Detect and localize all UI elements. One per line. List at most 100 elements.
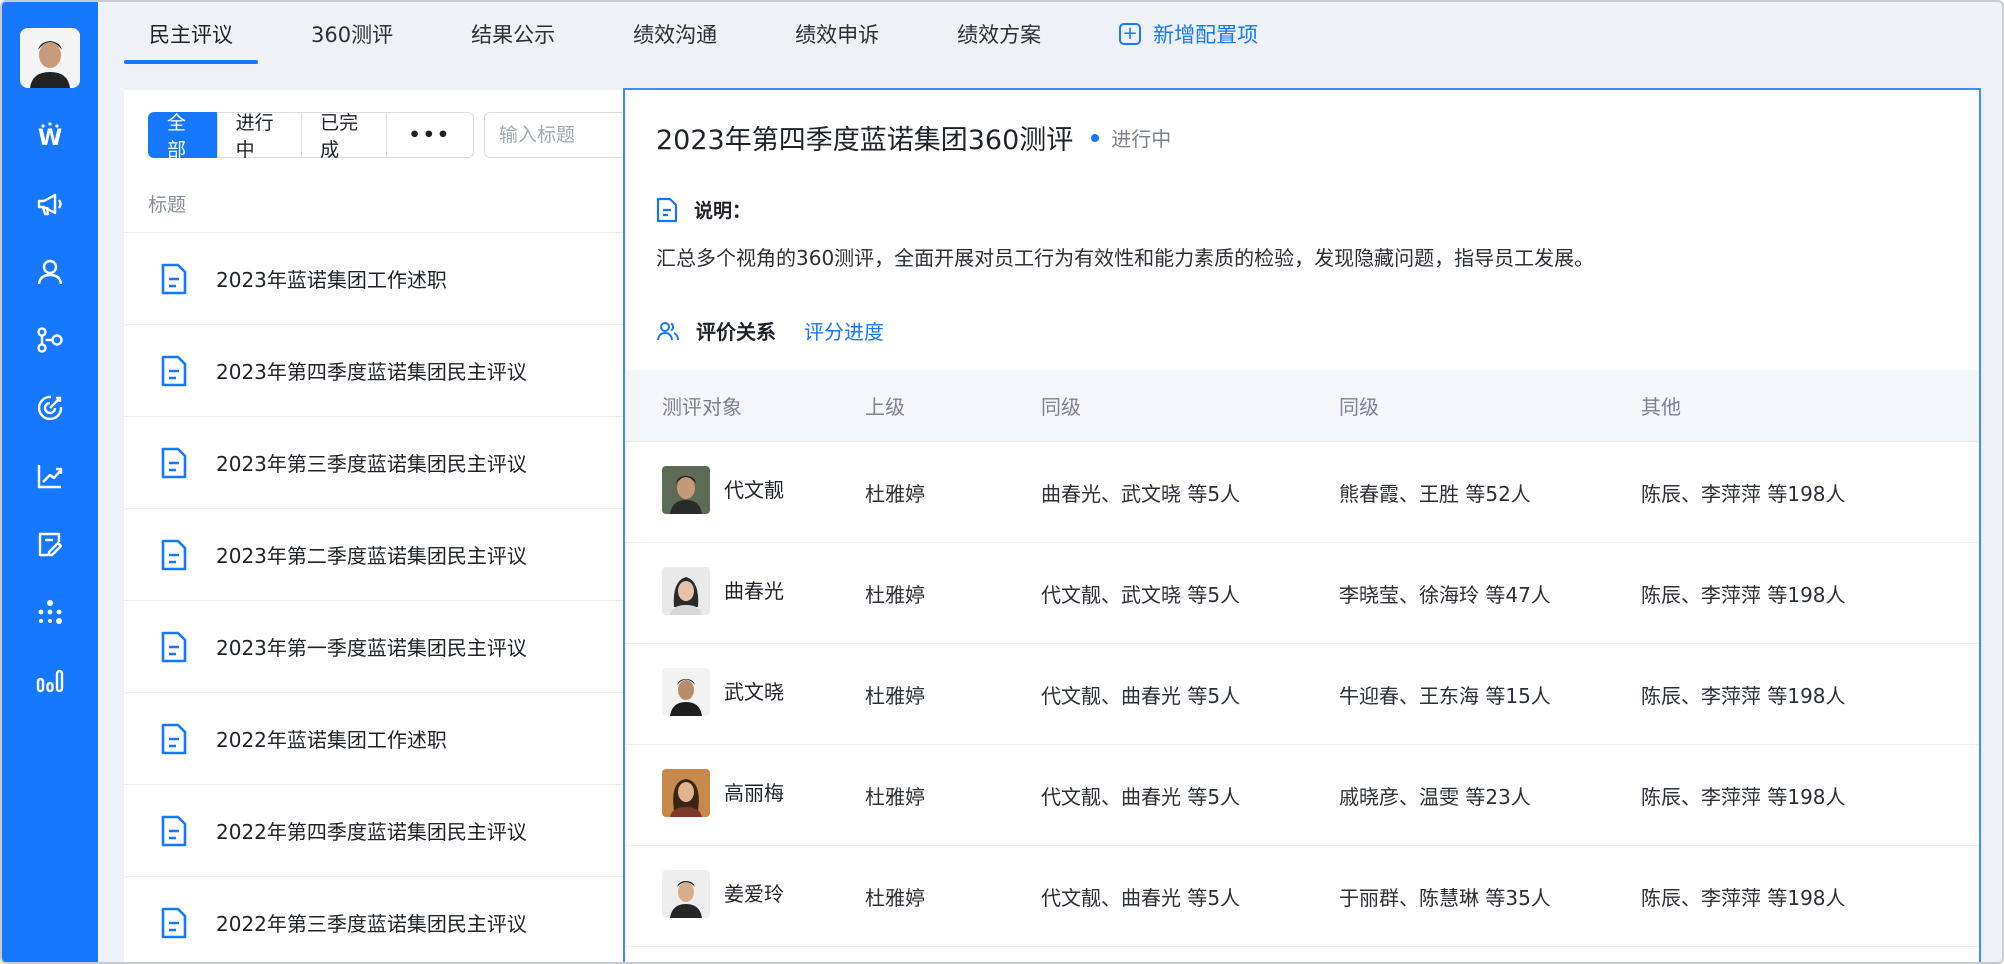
avatar xyxy=(662,466,710,514)
plus-icon: + xyxy=(1119,23,1142,45)
list-item[interactable]: 2022年蓝诺集团工作述职 xyxy=(124,693,624,785)
app-window: W 民主评议 360测评 结果公示 绩效沟通 绩效申诉 绩效方案 + 新增配置项… xyxy=(0,0,2004,964)
list-item[interactable]: 2023年第四季度蓝诺集团民主评议 xyxy=(124,325,624,417)
subject-name: 代文靓 xyxy=(724,477,784,502)
status-badge: 进行中 xyxy=(1091,123,1171,152)
superior-cell: 杜雅婷 xyxy=(865,481,925,506)
other-cell: 陈辰、李萍萍 等198人 xyxy=(1641,481,1846,506)
user-icon[interactable] xyxy=(28,250,72,294)
avatar xyxy=(662,668,710,716)
other-cell: 陈辰、李萍萍 等198人 xyxy=(1641,784,1846,809)
superior-cell: 杜雅婷 xyxy=(865,683,925,708)
document-icon xyxy=(656,197,678,222)
peer-cell-2: 李晓莹、徐海玲 等47人 xyxy=(1339,582,1551,607)
peer-cell-2: 熊春霞、王胜 等52人 xyxy=(1339,481,1531,506)
list-item-title: 2023年第四季度蓝诺集团民主评议 xyxy=(216,360,527,384)
header-other: 其他 xyxy=(1641,395,1681,419)
tab-evaluation-relation[interactable]: 评价关系 xyxy=(696,316,776,345)
superior-cell: 杜雅婷 xyxy=(865,784,925,809)
document-icon xyxy=(161,815,187,846)
trend-chart-icon[interactable] xyxy=(28,454,72,498)
table-row[interactable]: 高丽梅 杜雅婷 代文靓、曲春光 等5人 戚晓彦、温雯 等23人 陈辰、李萍萍 等… xyxy=(625,745,1979,846)
status-text: 进行中 xyxy=(1111,127,1172,151)
list-item[interactable]: 2023年第一季度蓝诺集团民主评议 xyxy=(124,601,624,693)
peer-cell: 代文靓、曲春光 等5人 xyxy=(1041,885,1241,910)
dots-network-icon[interactable] xyxy=(28,590,72,634)
peer-cell-2: 戚晓彦、温雯 等23人 xyxy=(1339,784,1531,809)
more-filter-button[interactable]: ••• xyxy=(385,112,474,158)
peer-cell-2: 牛迎春、王东海 等15人 xyxy=(1339,683,1551,708)
list-item-title: 2023年第一季度蓝诺集团民主评议 xyxy=(216,636,527,660)
table-row[interactable]: 代文靓 杜雅婷 曲春光、武文晓 等5人 熊春霞、王胜 等52人 陈辰、李萍萍 等… xyxy=(625,442,1979,543)
list-item[interactable]: 2023年蓝诺集团工作述职 xyxy=(124,233,624,325)
side-rail: W xyxy=(2,2,98,962)
wordmark-icon[interactable]: W xyxy=(28,114,72,158)
tab-plan[interactable]: 绩效方案 xyxy=(932,2,1066,66)
target-icon[interactable] xyxy=(28,386,72,430)
users-icon xyxy=(657,321,679,340)
peer-cell: 代文靓、武文晓 等5人 xyxy=(1041,582,1241,607)
avatar xyxy=(662,870,710,918)
subject-name: 曲春光 xyxy=(724,578,784,603)
detail-title-row: 2023年第四季度蓝诺集团360测评 进行中 xyxy=(656,118,1171,157)
avatar xyxy=(662,769,710,817)
document-icon xyxy=(161,539,187,570)
header-peer: 同级 xyxy=(1041,395,1081,419)
list-panel: 全部 进行中 已完成 ••• 标题 2023年蓝诺集团工作述职 2023年第四季… xyxy=(124,90,624,962)
peer-cell-2: 于丽群、陈慧琳 等35人 xyxy=(1339,885,1551,910)
user-avatar[interactable] xyxy=(20,28,80,88)
list-item-title: 2022年第三季度蓝诺集团民主评议 xyxy=(216,912,527,936)
title-column-header: 标题 xyxy=(148,194,187,216)
tab-democratic-review[interactable]: 民主评议 xyxy=(124,2,258,66)
list-item[interactable]: 2023年第三季度蓝诺集团民主评议 xyxy=(124,417,624,509)
tab-score-progress[interactable]: 评分进度 xyxy=(804,316,884,345)
document-icon xyxy=(161,631,187,662)
list-item[interactable]: 2022年第四季度蓝诺集团民主评议 xyxy=(124,785,624,877)
table-row[interactable]: 姜爱玲 杜雅婷 代文靓、曲春光 等5人 于丽群、陈慧琳 等35人 陈辰、李萍萍 … xyxy=(625,846,1979,947)
table-row[interactable]: 曲春光 杜雅婷 代文靓、武文晓 等5人 李晓莹、徐海玲 等47人 陈辰、李萍萍 … xyxy=(625,543,1979,644)
peer-cell: 代文靓、曲春光 等5人 xyxy=(1041,683,1241,708)
document-icon xyxy=(161,263,187,294)
table-header: 测评对象 上级 同级 同级 其他 xyxy=(625,370,1979,442)
list-item[interactable]: 2023年第二季度蓝诺集团民主评议 xyxy=(124,509,624,601)
add-config-button[interactable]: + 新增配置项 xyxy=(1094,2,1283,66)
filter-in-progress[interactable]: 进行中 xyxy=(216,112,303,161)
table-row[interactable]: 武文晓 杜雅婷 代文靓、曲春光 等5人 牛迎春、王东海 等15人 陈辰、李萍萍 … xyxy=(625,644,1979,745)
subject-name: 武文晓 xyxy=(724,679,784,704)
detail-panel: 2023年第四季度蓝诺集团360测评 进行中 说明： 汇总多个视角的360测评，… xyxy=(623,88,1981,962)
filter-all[interactable]: 全部 xyxy=(148,112,218,161)
subject-name: 姜爱玲 xyxy=(724,881,784,906)
description-label: 说明： xyxy=(694,200,752,222)
tab-results[interactable]: 结果公示 xyxy=(446,2,580,66)
list-item-title: 2023年蓝诺集团工作述职 xyxy=(216,268,447,292)
avatar xyxy=(662,567,710,615)
tab-360-review[interactable]: 360测评 xyxy=(286,2,418,66)
title-search-input[interactable] xyxy=(483,112,624,158)
doc-edit-icon[interactable] xyxy=(28,522,72,566)
status-filter: 全部 进行中 已完成 ••• xyxy=(148,112,624,161)
peer-cell: 曲春光、武文晓 等5人 xyxy=(1041,481,1241,506)
status-dot-icon xyxy=(1091,133,1100,142)
description-label-row: 说明： xyxy=(656,196,751,223)
svg-text:W: W xyxy=(38,126,62,151)
top-tabs: 民主评议 360测评 结果公示 绩效沟通 绩效申诉 绩效方案 + 新增配置项 xyxy=(124,2,1311,66)
superior-cell: 杜雅婷 xyxy=(865,582,925,607)
relation-table: 测评对象 上级 同级 同级 其他 代文靓 杜雅婷 曲春光、武文晓 等5人 熊春霞… xyxy=(625,370,1979,947)
list-item[interactable]: 2022年第三季度蓝诺集团民主评议 xyxy=(124,877,624,962)
tab-appeal[interactable]: 绩效申诉 xyxy=(770,2,904,66)
relation-tabs: 评价关系 评分进度 xyxy=(656,316,912,345)
megaphone-icon[interactable] xyxy=(28,182,72,226)
document-icon xyxy=(161,723,187,754)
review-list: 2023年蓝诺集团工作述职 2023年第四季度蓝诺集团民主评议 2023年第三季… xyxy=(124,232,624,962)
other-cell: 陈辰、李萍萍 等198人 xyxy=(1641,683,1846,708)
document-icon xyxy=(161,447,187,478)
bar-chart-icon[interactable] xyxy=(28,658,72,702)
list-item-title: 2023年第三季度蓝诺集团民主评议 xyxy=(216,452,527,476)
header-subject: 测评对象 xyxy=(662,395,742,419)
peer-cell: 代文靓、曲春光 等5人 xyxy=(1041,784,1241,809)
other-cell: 陈辰、李萍萍 等198人 xyxy=(1641,582,1846,607)
filter-done[interactable]: 已完成 xyxy=(301,112,387,161)
tab-communication[interactable]: 绩效沟通 xyxy=(608,2,742,66)
description-text: 汇总多个视角的360测评，全面开展对员工行为有效性和能力素质的检验，发现隐藏问题… xyxy=(656,246,1595,270)
org-chart-icon[interactable] xyxy=(28,318,72,362)
